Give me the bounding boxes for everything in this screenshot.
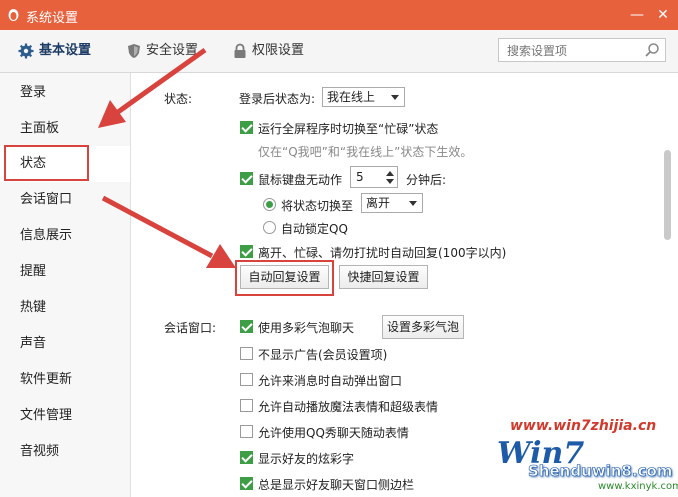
watermark-url: www.win7zhijia.cn xyxy=(510,418,657,434)
arrow-head-icon xyxy=(98,100,126,128)
watermark-brand: Shenduwin8.com xyxy=(528,462,673,481)
watermark-sub: www.kxinyk.com xyxy=(598,481,678,492)
